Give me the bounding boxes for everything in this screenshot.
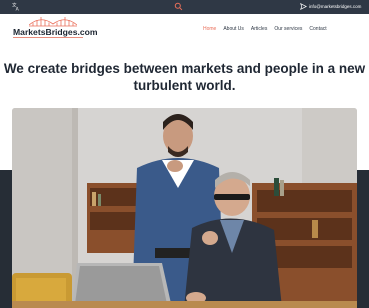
logo-text: MarketsBridges.com <box>13 27 98 37</box>
language-icon[interactable]: 文 A <box>12 2 21 11</box>
svg-text:A: A <box>16 7 20 11</box>
nav-our-services[interactable]: Our services <box>274 26 302 32</box>
logo[interactable]: MarketsBridges.com <box>13 16 98 40</box>
nav-about-us[interactable]: About Us <box>223 26 244 32</box>
contact-email[interactable]: info@marketsbridges.com <box>300 3 361 10</box>
main-nav: Home About Us Articles Our services Cont… <box>203 26 327 32</box>
nav-home[interactable]: Home <box>203 26 216 32</box>
hero-title-line-1: We create bridges between markets and pe… <box>3 61 366 76</box>
search-icon[interactable] <box>174 2 183 11</box>
top-bar: 文 A info@marketsbridges.com <box>0 0 369 14</box>
site-header: MarketsBridges.com Home About Us Article… <box>0 14 369 44</box>
send-icon <box>300 3 307 10</box>
hero-title-line-2: turbulent world. <box>133 78 236 93</box>
email-text[interactable]: info@marketsbridges.com <box>309 4 361 9</box>
logo-underline <box>13 37 83 38</box>
nav-articles[interactable]: Articles <box>251 26 267 32</box>
hero-photo-illustration <box>12 108 357 308</box>
hero-title: We create bridges between markets and pe… <box>0 60 369 94</box>
nav-contact[interactable]: Contact <box>309 26 326 32</box>
hero-photo <box>12 108 357 308</box>
